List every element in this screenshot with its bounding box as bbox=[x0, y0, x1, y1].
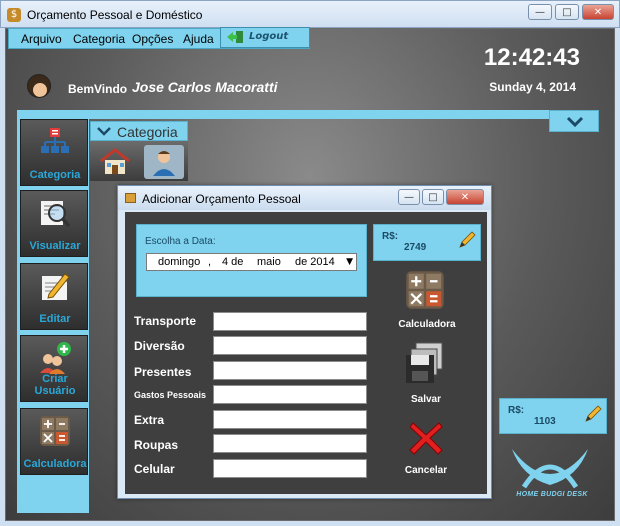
amount-value: 2749 bbox=[404, 242, 427, 253]
sidebar-item-editar[interactable]: Editar bbox=[20, 263, 88, 330]
menu-categoria[interactable]: Categoria bbox=[73, 32, 125, 46]
menu-arquivo[interactable]: Arquivo bbox=[21, 32, 62, 46]
total-amount-value: 1103 bbox=[534, 416, 556, 427]
user-icon bbox=[153, 151, 175, 176]
current-date: Sunday 4, 2014 bbox=[489, 80, 576, 94]
cancelar-label: Cancelar bbox=[404, 465, 448, 476]
user-category-button[interactable] bbox=[144, 145, 184, 179]
field-label-celular: Celular bbox=[134, 462, 175, 476]
diversao-input[interactable] bbox=[213, 336, 367, 355]
minimize-button[interactable]: — bbox=[528, 4, 552, 20]
field-label-diversao: Diversão bbox=[134, 339, 185, 353]
field-label-transporte: Transporte bbox=[134, 314, 197, 328]
dialog-title: Adicionar Orçamento Pessoal bbox=[142, 192, 301, 206]
date-separator: , bbox=[208, 256, 212, 268]
maximize-button[interactable]: □ bbox=[555, 4, 579, 20]
sidebar-item-calculadora[interactable]: Calculadora bbox=[20, 408, 88, 475]
avatar bbox=[27, 74, 51, 98]
chevron-down-icon bbox=[566, 116, 584, 128]
floppy-disk-icon bbox=[406, 342, 443, 383]
logo-text: HOME BUDGI DESK bbox=[516, 491, 588, 498]
expand-button[interactable] bbox=[549, 110, 599, 132]
window-titlebar: $ Orçamento Pessoal e Doméstico — □ ✕ bbox=[0, 0, 620, 28]
top-accent-strip bbox=[17, 110, 577, 119]
sidebar-item-categoria[interactable]: Categoria bbox=[20, 119, 88, 186]
dialog-maximize-button[interactable]: □ bbox=[422, 189, 444, 205]
dialog-close-button[interactable]: ✕ bbox=[446, 189, 484, 205]
menu-ajuda[interactable]: Ajuda bbox=[183, 32, 214, 46]
sidebar-item-criar-usuario[interactable]: Criar Usuário bbox=[20, 335, 88, 402]
transporte-input[interactable] bbox=[213, 312, 367, 331]
sidebar-item-label: Calculadora bbox=[23, 458, 87, 470]
app-icon: $ bbox=[7, 8, 21, 22]
close-button[interactable]: ✕ bbox=[582, 4, 614, 20]
dialog-app-icon bbox=[125, 193, 136, 203]
dialog-titlebar: Adicionar Orçamento Pessoal — □ ✕ bbox=[118, 186, 491, 210]
presentes-input[interactable] bbox=[213, 361, 367, 380]
logout-button[interactable]: Logout bbox=[220, 27, 310, 48]
currency-label: R$: bbox=[382, 231, 399, 242]
pencil-paper-icon bbox=[42, 273, 70, 300]
roupas-input[interactable] bbox=[213, 434, 367, 453]
calculator-icon bbox=[40, 416, 70, 446]
dialog-minimize-button[interactable]: — bbox=[398, 189, 420, 205]
field-label-extra: Extra bbox=[134, 413, 165, 427]
edit-pencil-icon[interactable] bbox=[584, 405, 602, 423]
celular-input[interactable] bbox=[213, 459, 367, 478]
sidebar-item-label: Categoria bbox=[29, 169, 81, 181]
window-title: Orçamento Pessoal e Doméstico bbox=[27, 8, 203, 22]
menu-opcoes[interactable]: Opções bbox=[132, 32, 173, 46]
date-year: de 2014 bbox=[295, 256, 335, 268]
field-label-roupas: Roupas bbox=[134, 438, 179, 452]
sidebar-item-label: Visualizar bbox=[29, 240, 81, 252]
logout-label: Logout bbox=[249, 31, 289, 42]
add-user-icon bbox=[40, 342, 71, 374]
calculator-icon bbox=[406, 271, 444, 309]
salvar-button[interactable]: Salvar bbox=[386, 341, 466, 405]
dialog-amount-box: R$: 2749 bbox=[373, 224, 481, 261]
calculadora-label: Calculadora bbox=[398, 319, 456, 330]
field-label-presentes: Presentes bbox=[134, 365, 192, 379]
home-icon[interactable] bbox=[98, 147, 132, 177]
cancelar-button[interactable]: Cancelar bbox=[386, 418, 466, 480]
calculadora-button[interactable]: Calculadora bbox=[387, 270, 467, 332]
salvar-label: Salvar bbox=[410, 394, 442, 405]
extra-input[interactable] bbox=[213, 410, 367, 429]
hierarchy-icon bbox=[41, 128, 69, 153]
welcome-text: BemVindo bbox=[68, 82, 128, 96]
logout-arrow-icon bbox=[227, 31, 243, 43]
sidebar-item-label: Criar Usuário bbox=[34, 373, 76, 397]
gastos-pessoais-input[interactable] bbox=[213, 385, 367, 404]
red-x-icon bbox=[409, 422, 443, 455]
edit-pencil-icon[interactable] bbox=[458, 231, 476, 249]
magnifier-icon bbox=[41, 201, 71, 228]
clock: 12:42:43 bbox=[483, 44, 580, 71]
categoria-panel-title: Categoria bbox=[117, 124, 178, 140]
field-label-gastos-pessoais: Gastos Pessoais bbox=[134, 390, 207, 400]
sidebar-item-visualizar[interactable]: Visualizar bbox=[20, 190, 88, 257]
dropdown-arrow-icon: ▼ bbox=[346, 257, 353, 267]
date-weekday: domingo bbox=[158, 256, 201, 268]
username: Jose Carlos Macoratti bbox=[132, 79, 278, 95]
sidebar-item-label: Editar bbox=[39, 313, 71, 325]
date-caption: Escolha a Data: bbox=[145, 236, 216, 247]
chevron-down-icon bbox=[97, 127, 111, 136]
date-picker[interactable]: domingo , 4 de maio de 2014 ▼ bbox=[146, 253, 357, 271]
currency-label: R$: bbox=[508, 405, 525, 416]
date-day: 4 de bbox=[222, 256, 244, 268]
date-month: maio bbox=[257, 256, 281, 268]
total-amount-box: R$: 1103 bbox=[499, 398, 607, 434]
categoria-panel-header[interactable]: Categoria bbox=[90, 121, 188, 141]
